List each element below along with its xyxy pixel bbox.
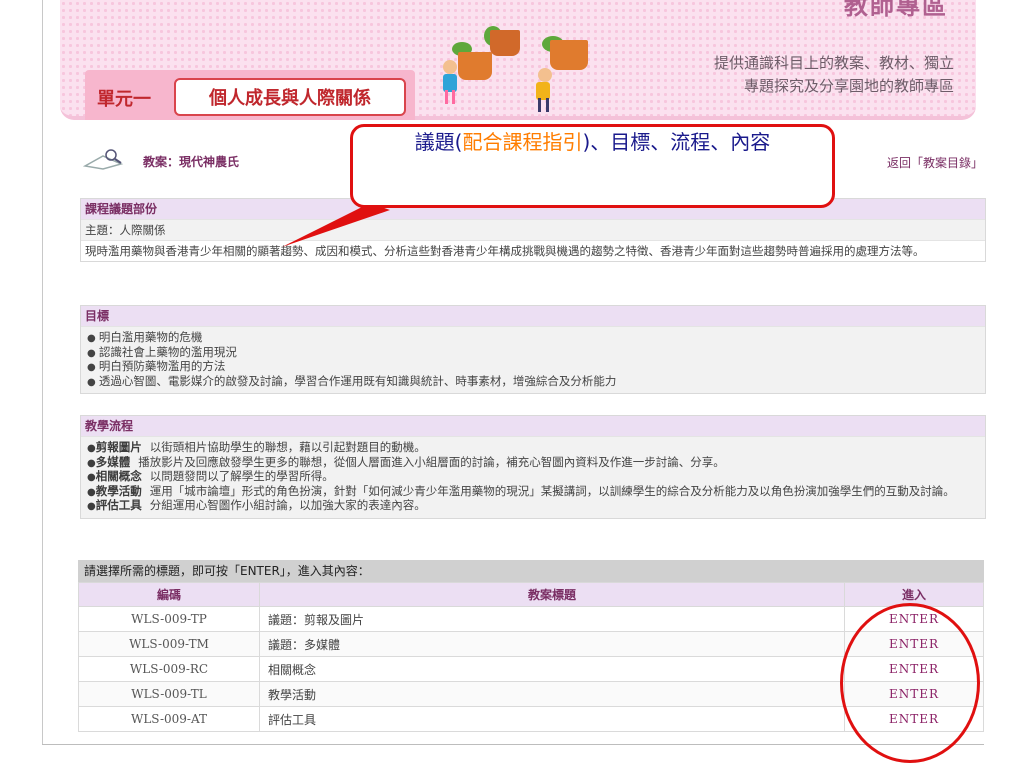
annotation-text-highlight: 配合課程指引 (462, 130, 583, 154)
annotation-text-part1: 議題( (414, 130, 463, 154)
annotation-text-part3: )、目標、流程、內容 (582, 130, 771, 154)
annotation-ellipse (840, 603, 980, 763)
annotation-callout: 議題(配合課程指引)、目標、流程、內容 (350, 124, 835, 208)
